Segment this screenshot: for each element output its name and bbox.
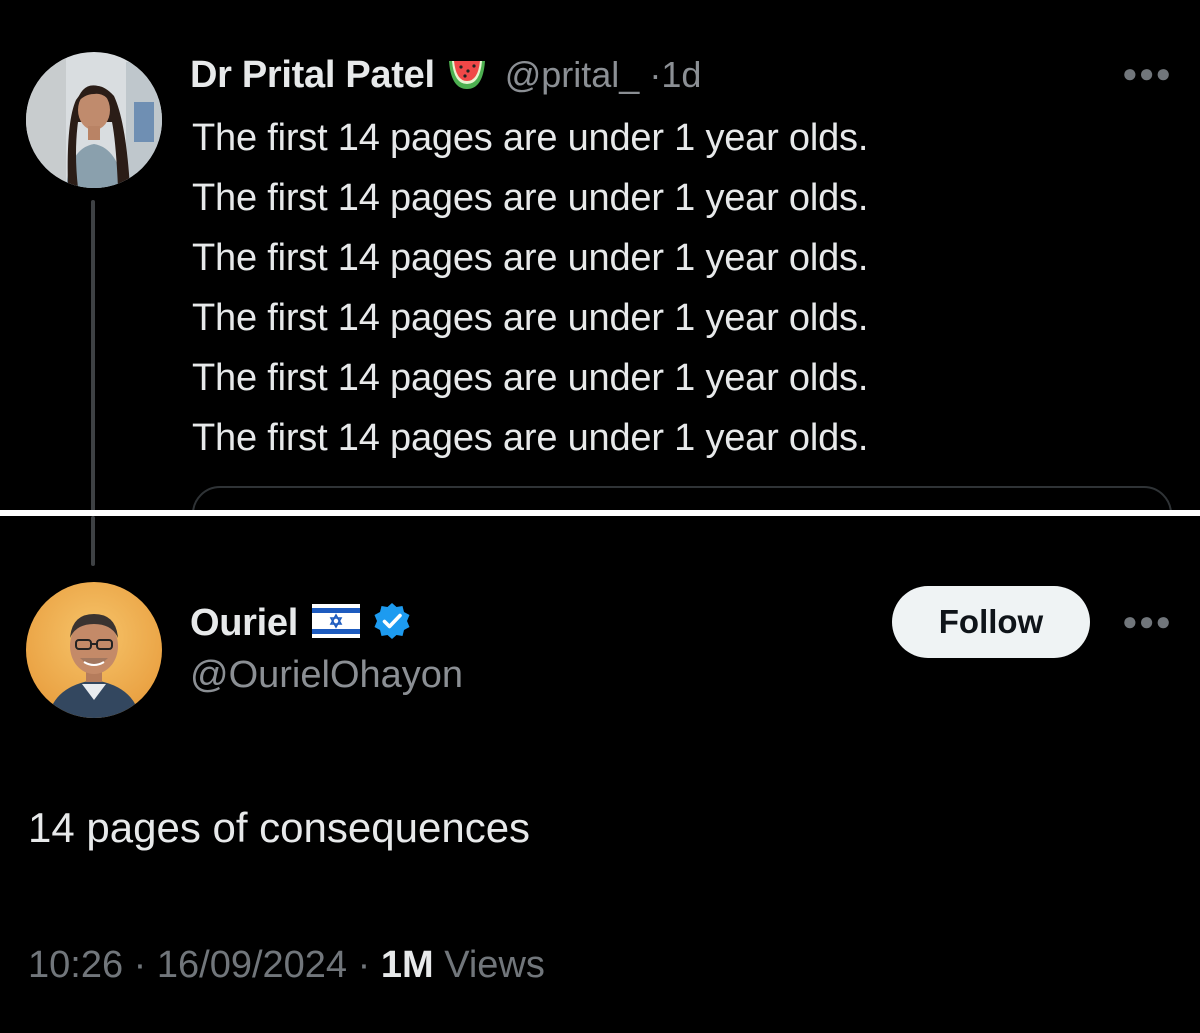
original-tweet: Dr Prital Patel @prital_ ·1d ●●● The fir… (0, 0, 1200, 512)
reply-tweet-text: 14 pages of consequences (28, 804, 531, 851)
israel-flag-icon (312, 603, 361, 643)
more-options-icon[interactable]: ●●● (1122, 60, 1172, 86)
reply-author-handle[interactable]: @OurielOhayon (190, 654, 463, 697)
tweet-text-line: The first 14 pages are under 1 year olds… (192, 237, 869, 279)
tweet-body: The first 14 pages are under 1 year olds… (192, 108, 868, 468)
verified-badge-icon[interactable] (372, 601, 412, 646)
meta-separator: · (133, 944, 147, 986)
reply-author-row: Ouriel (190, 596, 412, 650)
tweet-date[interactable]: 16/09/2024 (157, 944, 347, 986)
embedded-media-card[interactable] (192, 486, 1172, 512)
avatar-image (26, 52, 162, 188)
tweet-text-line: The first 14 pages are under 1 year olds… (192, 297, 869, 339)
tweet-text-line: The first 14 pages are under 1 year olds… (192, 117, 869, 159)
thread-connector-line (91, 516, 95, 566)
author-handle[interactable]: @prital_ (505, 54, 640, 95)
follow-button[interactable]: Follow (892, 586, 1090, 658)
tweet-time-ago[interactable]: 1d (661, 54, 701, 95)
more-options-icon[interactable]: ●●● (1122, 608, 1172, 634)
author-display-name[interactable]: Dr Prital Patel (190, 54, 435, 97)
watermelon-emoji-icon (447, 55, 487, 96)
author-handle-and-time: @prital_ ·1d (505, 54, 702, 96)
time-separator: · (649, 54, 662, 95)
screenshot-divider (0, 510, 1200, 516)
views-label: Views (444, 944, 545, 986)
tweet-text-line: The first 14 pages are under 1 year olds… (192, 177, 869, 219)
views-count[interactable]: 1M (381, 944, 434, 986)
tweet-time[interactable]: 10:26 (28, 944, 123, 986)
tweet-metadata: 10:26 · 16/09/2024 · 1M Views (28, 944, 545, 987)
tweet-text-line: The first 14 pages are under 1 year olds… (192, 357, 869, 399)
reply-author-display-name[interactable]: Ouriel (190, 602, 298, 645)
avatar-image (26, 582, 162, 718)
thread-connector-line (91, 200, 95, 512)
avatar-ouriel[interactable] (26, 582, 162, 718)
tweet-header: Dr Prital Patel @prital_ ·1d (190, 50, 701, 100)
avatar-prital-patel[interactable] (26, 52, 162, 188)
tweet-text-line: The first 14 pages are under 1 year olds… (192, 417, 869, 459)
meta-separator: · (357, 944, 371, 986)
